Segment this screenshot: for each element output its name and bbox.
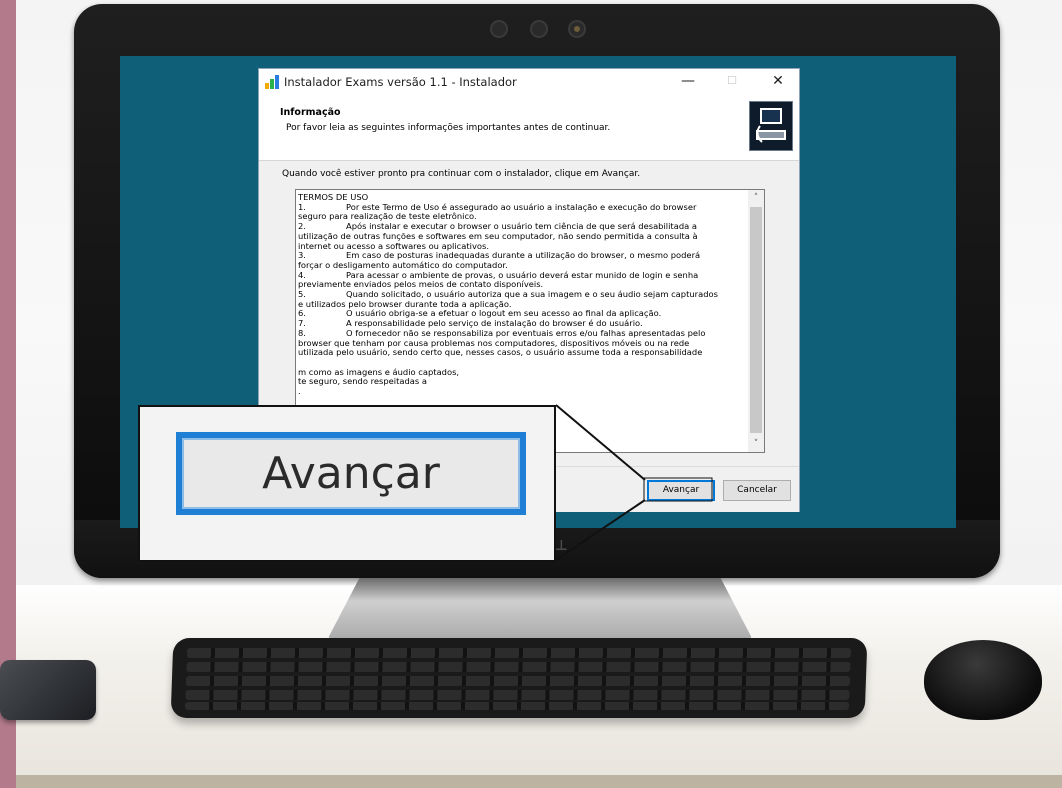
next-button[interactable]: Avançar — [647, 480, 715, 501]
minimize-button[interactable]: — — [671, 69, 705, 95]
terms-text: TERMOS DE USO 1. Por este Termo de Uso é a… — [298, 192, 744, 397]
monitor-logo-icon: ⊥ — [555, 538, 568, 554]
terms-line-text: O usuário obriga-se a efetuar o logout e… — [346, 308, 662, 319]
scroll-down-arrow-icon[interactable]: ˅ — [748, 436, 764, 452]
terms-line-text: utilização de outras funções e softwares… — [298, 230, 698, 241]
terms-line-text: . — [298, 386, 301, 397]
terms-line-text: TERMOS DE USO — [298, 192, 369, 202]
zoomed-next-label: Avançar — [262, 448, 440, 499]
terms-line-text: Após instalar e executar o browser o usu… — [346, 221, 697, 232]
terms-line-text: te seguro, sendo respeitadas a — [298, 376, 427, 387]
title-bar[interactable]: Instalador Exams versão 1.1 - Instalador… — [259, 69, 799, 95]
scroll-thumb[interactable] — [750, 207, 762, 433]
scroll-up-arrow-icon[interactable]: ˄ — [748, 190, 764, 206]
monitor-stand — [325, 578, 755, 644]
terms-line-text: forçar o desligamento automático do comp… — [298, 259, 508, 270]
terms-line-text: internet ou acesso a softwares ou aplica… — [298, 240, 489, 251]
cancel-button[interactable]: Cancelar — [723, 480, 791, 501]
terms-line-text: Por este Termo de Uso é assegurado ao us… — [346, 201, 697, 212]
terms-line-text: Para acessar o ambiente de provas, o usu… — [346, 269, 699, 280]
page-title: Informação — [280, 107, 341, 118]
terms-line-text: seguro para realização de teste eletrôni… — [298, 211, 477, 222]
terms-line-text: m como as imagens e áudio captados, — [298, 366, 460, 377]
terms-line-text: O fornecedor não se responsabiliza por e… — [346, 327, 706, 338]
window-title: Instalador Exams versão 1.1 - Instalador — [284, 75, 517, 89]
memo-scrollbar[interactable]: ˄ ˅ — [748, 190, 764, 452]
camera-icon — [490, 20, 508, 38]
installer-app-icon — [265, 75, 279, 89]
terms-line-text — [298, 357, 301, 367]
terms-line: . — [298, 386, 744, 397]
keyboard — [170, 638, 868, 718]
mouse-icon — [924, 640, 1042, 720]
terms-line: utilizada pelo usuário, sendo certo que,… — [298, 347, 744, 358]
zoomed-next-button: Avançar — [176, 432, 526, 515]
terms-line-text: Quando solicitado, o usuário autoriza qu… — [346, 289, 718, 300]
phone-icon — [0, 660, 96, 720]
terms-line-text: utilizada pelo usuário, sendo certo que,… — [298, 347, 703, 358]
maximize-button[interactable]: ☐ — [715, 69, 749, 95]
close-button[interactable]: ✕ — [761, 69, 795, 95]
camera-icon — [568, 20, 586, 38]
desk-edge — [16, 775, 1062, 788]
installer-computer-icon — [749, 101, 793, 151]
camera-icon — [530, 20, 548, 38]
terms-line-text: previamente enviados pelos meios de cont… — [298, 279, 544, 290]
page-subtitle: Por favor leia as seguintes informações … — [286, 123, 611, 133]
terms-line: te seguro, sendo respeitadas a — [298, 377, 744, 387]
terms-line-text: browser que tenham por causa problemas n… — [298, 337, 690, 348]
wizard-header: Informação Por favor leia as seguintes i… — [259, 95, 799, 160]
terms-line-text: Em caso de posturas inadequadas durante … — [346, 250, 701, 261]
terms-line-text: A responsabilidade pelo serviço de insta… — [346, 318, 643, 329]
instruction-text: Quando você estiver pronto pra continuar… — [282, 169, 641, 179]
terms-line-text: e utilizados pelo browser durante toda a… — [298, 298, 512, 309]
zoom-callout: Avançar — [138, 405, 556, 562]
